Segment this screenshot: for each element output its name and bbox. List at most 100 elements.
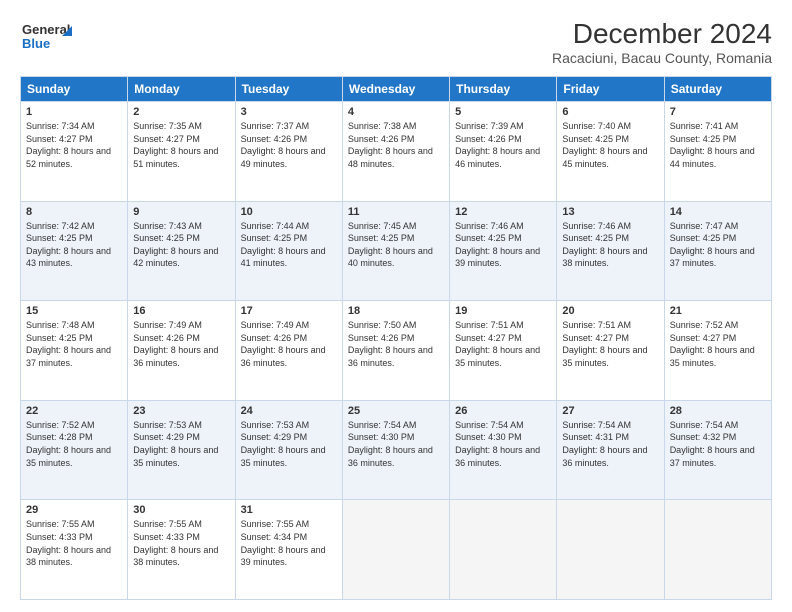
day-info: Sunrise: 7:45 AM Sunset: 4:25 PM Dayligh… (348, 220, 444, 270)
sunrise-label: Sunrise: 7:48 AM (26, 320, 95, 330)
daylight-label: Daylight: 8 hours and 46 minutes. (455, 146, 540, 169)
daylight-label: Daylight: 8 hours and 36 minutes. (348, 445, 433, 468)
logo-svg: General Blue (20, 18, 80, 58)
sunrise-label: Sunrise: 7:44 AM (241, 221, 310, 231)
daylight-label: Daylight: 8 hours and 37 minutes. (670, 445, 755, 468)
calendar-day-cell: 10 Sunrise: 7:44 AM Sunset: 4:25 PM Dayl… (235, 201, 342, 301)
day-number: 5 (455, 106, 551, 118)
day-info: Sunrise: 7:52 AM Sunset: 4:28 PM Dayligh… (26, 419, 122, 469)
daylight-label: Daylight: 8 hours and 52 minutes. (26, 146, 111, 169)
sunrise-label: Sunrise: 7:38 AM (348, 121, 417, 131)
day-number: 10 (241, 206, 337, 218)
daylight-label: Daylight: 8 hours and 35 minutes. (133, 445, 218, 468)
calendar-day-cell: 8 Sunrise: 7:42 AM Sunset: 4:25 PM Dayli… (21, 201, 128, 301)
calendar-day-cell: 21 Sunrise: 7:52 AM Sunset: 4:27 PM Dayl… (664, 301, 771, 401)
sunrise-label: Sunrise: 7:49 AM (241, 320, 310, 330)
calendar-day-cell: 14 Sunrise: 7:47 AM Sunset: 4:25 PM Dayl… (664, 201, 771, 301)
calendar-week-row: 22 Sunrise: 7:52 AM Sunset: 4:28 PM Dayl… (21, 400, 772, 500)
title-block: December 2024 Racaciuni, Bacau County, R… (552, 18, 772, 66)
daylight-label: Daylight: 8 hours and 44 minutes. (670, 146, 755, 169)
page: General Blue December 2024 Racaciuni, Ba… (0, 0, 792, 612)
day-info: Sunrise: 7:39 AM Sunset: 4:26 PM Dayligh… (455, 120, 551, 170)
daylight-label: Daylight: 8 hours and 39 minutes. (455, 246, 540, 269)
sunset-label: Sunset: 4:26 PM (241, 333, 308, 343)
calendar-day-cell: 12 Sunrise: 7:46 AM Sunset: 4:25 PM Dayl… (450, 201, 557, 301)
col-tuesday: Tuesday (235, 77, 342, 102)
calendar-day-cell (664, 500, 771, 600)
day-number: 28 (670, 405, 766, 417)
svg-text:General: General (22, 22, 70, 37)
col-thursday: Thursday (450, 77, 557, 102)
calendar-day-cell: 9 Sunrise: 7:43 AM Sunset: 4:25 PM Dayli… (128, 201, 235, 301)
day-info: Sunrise: 7:50 AM Sunset: 4:26 PM Dayligh… (348, 319, 444, 369)
day-number: 27 (562, 405, 658, 417)
daylight-label: Daylight: 8 hours and 35 minutes. (26, 445, 111, 468)
day-number: 26 (455, 405, 551, 417)
calendar-day-cell: 28 Sunrise: 7:54 AM Sunset: 4:32 PM Dayl… (664, 400, 771, 500)
day-info: Sunrise: 7:54 AM Sunset: 4:30 PM Dayligh… (455, 419, 551, 469)
day-info: Sunrise: 7:37 AM Sunset: 4:26 PM Dayligh… (241, 120, 337, 170)
day-number: 4 (348, 106, 444, 118)
sunrise-label: Sunrise: 7:53 AM (241, 420, 310, 430)
sunset-label: Sunset: 4:25 PM (241, 233, 308, 243)
sunrise-label: Sunrise: 7:55 AM (133, 519, 202, 529)
sunrise-label: Sunrise: 7:46 AM (562, 221, 631, 231)
sunset-label: Sunset: 4:29 PM (241, 432, 308, 442)
sunrise-label: Sunrise: 7:42 AM (26, 221, 95, 231)
day-number: 29 (26, 504, 122, 516)
calendar-day-cell: 31 Sunrise: 7:55 AM Sunset: 4:34 PM Dayl… (235, 500, 342, 600)
day-number: 30 (133, 504, 229, 516)
main-title: December 2024 (552, 18, 772, 50)
sunrise-label: Sunrise: 7:34 AM (26, 121, 95, 131)
daylight-label: Daylight: 8 hours and 48 minutes. (348, 146, 433, 169)
sunrise-label: Sunrise: 7:35 AM (133, 121, 202, 131)
day-number: 20 (562, 305, 658, 317)
calendar-week-row: 1 Sunrise: 7:34 AM Sunset: 4:27 PM Dayli… (21, 102, 772, 202)
calendar-table: Sunday Monday Tuesday Wednesday Thursday… (20, 76, 772, 600)
col-friday: Friday (557, 77, 664, 102)
day-number: 13 (562, 206, 658, 218)
daylight-label: Daylight: 8 hours and 36 minutes. (348, 345, 433, 368)
calendar-day-cell: 1 Sunrise: 7:34 AM Sunset: 4:27 PM Dayli… (21, 102, 128, 202)
sunrise-label: Sunrise: 7:53 AM (133, 420, 202, 430)
calendar-day-cell: 11 Sunrise: 7:45 AM Sunset: 4:25 PM Dayl… (342, 201, 449, 301)
daylight-label: Daylight: 8 hours and 36 minutes. (133, 345, 218, 368)
day-info: Sunrise: 7:54 AM Sunset: 4:30 PM Dayligh… (348, 419, 444, 469)
day-info: Sunrise: 7:52 AM Sunset: 4:27 PM Dayligh… (670, 319, 766, 369)
col-monday: Monday (128, 77, 235, 102)
sunrise-label: Sunrise: 7:54 AM (562, 420, 631, 430)
day-number: 19 (455, 305, 551, 317)
calendar-day-cell: 4 Sunrise: 7:38 AM Sunset: 4:26 PM Dayli… (342, 102, 449, 202)
sunrise-label: Sunrise: 7:54 AM (455, 420, 524, 430)
calendar-day-cell: 2 Sunrise: 7:35 AM Sunset: 4:27 PM Dayli… (128, 102, 235, 202)
day-info: Sunrise: 7:55 AM Sunset: 4:33 PM Dayligh… (133, 518, 229, 568)
calendar-day-cell: 15 Sunrise: 7:48 AM Sunset: 4:25 PM Dayl… (21, 301, 128, 401)
sunset-label: Sunset: 4:27 PM (670, 333, 737, 343)
calendar-day-cell: 7 Sunrise: 7:41 AM Sunset: 4:25 PM Dayli… (664, 102, 771, 202)
sunrise-label: Sunrise: 7:40 AM (562, 121, 631, 131)
day-number: 21 (670, 305, 766, 317)
day-number: 8 (26, 206, 122, 218)
sunrise-label: Sunrise: 7:50 AM (348, 320, 417, 330)
calendar-header-row: Sunday Monday Tuesday Wednesday Thursday… (21, 77, 772, 102)
logo: General Blue (20, 18, 80, 58)
calendar-day-cell: 20 Sunrise: 7:51 AM Sunset: 4:27 PM Dayl… (557, 301, 664, 401)
calendar-day-cell: 22 Sunrise: 7:52 AM Sunset: 4:28 PM Dayl… (21, 400, 128, 500)
day-info: Sunrise: 7:55 AM Sunset: 4:34 PM Dayligh… (241, 518, 337, 568)
day-number: 16 (133, 305, 229, 317)
sunrise-label: Sunrise: 7:51 AM (455, 320, 524, 330)
sunset-label: Sunset: 4:33 PM (26, 532, 93, 542)
calendar-day-cell: 19 Sunrise: 7:51 AM Sunset: 4:27 PM Dayl… (450, 301, 557, 401)
day-number: 9 (133, 206, 229, 218)
day-info: Sunrise: 7:54 AM Sunset: 4:32 PM Dayligh… (670, 419, 766, 469)
sunset-label: Sunset: 4:25 PM (670, 134, 737, 144)
sunset-label: Sunset: 4:26 PM (133, 333, 200, 343)
day-info: Sunrise: 7:46 AM Sunset: 4:25 PM Dayligh… (562, 220, 658, 270)
sub-title: Racaciuni, Bacau County, Romania (552, 50, 772, 66)
calendar-day-cell: 23 Sunrise: 7:53 AM Sunset: 4:29 PM Dayl… (128, 400, 235, 500)
calendar-day-cell: 16 Sunrise: 7:49 AM Sunset: 4:26 PM Dayl… (128, 301, 235, 401)
day-info: Sunrise: 7:46 AM Sunset: 4:25 PM Dayligh… (455, 220, 551, 270)
daylight-label: Daylight: 8 hours and 37 minutes. (26, 345, 111, 368)
sunset-label: Sunset: 4:26 PM (348, 333, 415, 343)
day-number: 2 (133, 106, 229, 118)
